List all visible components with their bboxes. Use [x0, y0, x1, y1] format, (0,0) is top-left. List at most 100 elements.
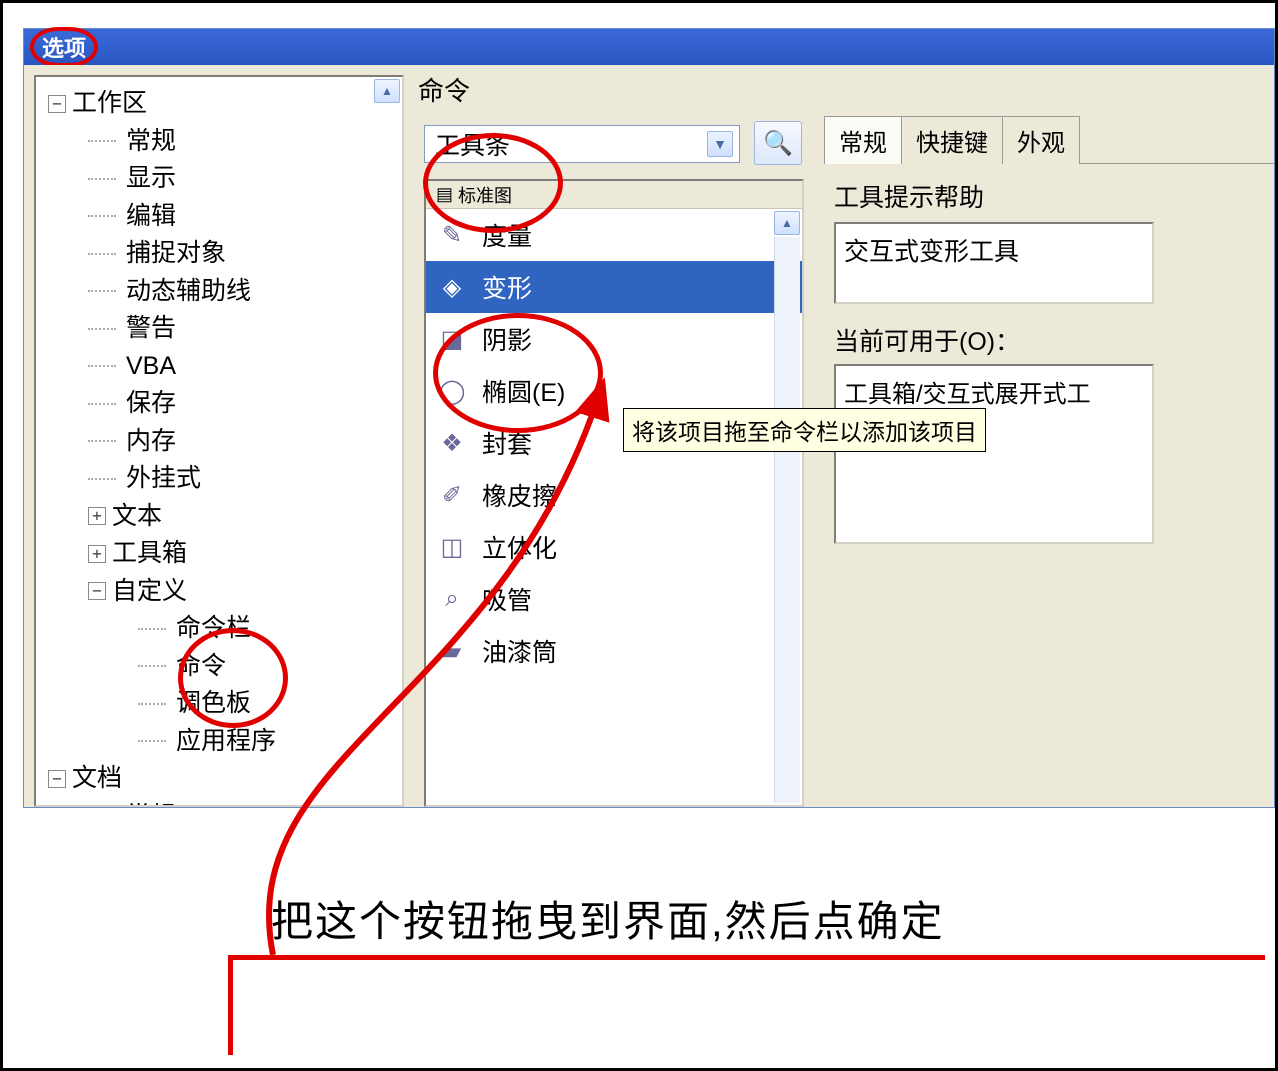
- list-header-label: 标准图: [458, 182, 512, 208]
- list-header-icon: ▤: [436, 184, 453, 205]
- tree-leaf[interactable]: 内存: [48, 423, 402, 461]
- tree-label: 显示: [126, 160, 176, 198]
- tab-general[interactable]: 常规: [824, 116, 902, 164]
- collapse-icon[interactable]: −: [48, 770, 66, 788]
- tooltip-help-textbox[interactable]: 交互式变形工具: [834, 222, 1154, 304]
- find-button[interactable]: 🔍: [754, 121, 802, 165]
- tree-leaf-commands[interactable]: 命令: [48, 648, 402, 686]
- command-label: 吸管: [482, 581, 532, 617]
- eraser-icon: ✐: [436, 479, 468, 511]
- tree-label: 命令栏: [176, 610, 251, 648]
- available-in-label: 当前可用于(O)：: [834, 322, 1264, 358]
- titlebar-badge: 选项: [30, 27, 98, 67]
- tree-leaf[interactable]: 警告: [48, 310, 402, 348]
- tree-leaf[interactable]: 外挂式: [48, 460, 402, 498]
- command-label: 封套: [482, 425, 532, 461]
- command-item[interactable]: ✎ 度量: [426, 209, 802, 261]
- tree-leaf[interactable]: 常规: [48, 123, 402, 161]
- collapse-icon[interactable]: −: [88, 582, 106, 600]
- tree-leaf[interactable]: VBA: [48, 348, 402, 386]
- tree-scroll-up-button[interactable]: ▲: [374, 79, 400, 103]
- tree-leaf[interactable]: 调色板: [48, 685, 402, 723]
- titlebar: 选项: [24, 29, 1274, 65]
- tree-label: 编辑: [126, 198, 176, 236]
- list-scroll-up-button[interactable]: ▲: [774, 211, 800, 235]
- command-list: ▤ 标准图 ▲ ✎ 度量 ◈ 变形 ◪ 阴影: [424, 179, 804, 807]
- tree-leaf[interactable]: 命令栏: [48, 610, 402, 648]
- options-tree: − 工作区 常规 显示 编辑 捕捉对象 动态辅助线 警告 VBA 保存 内存 外…: [36, 77, 402, 807]
- tree-leaf[interactable]: 显示: [48, 160, 402, 198]
- command-item-selected[interactable]: ◈ 变形: [426, 261, 802, 313]
- tree-label: VBA: [126, 348, 176, 386]
- measure-icon: ✎: [436, 219, 468, 251]
- tooltip-help-value: 交互式变形工具: [844, 238, 1019, 266]
- command-item[interactable]: ▰ 油漆筒: [426, 625, 802, 677]
- tree-label: 警告: [126, 310, 176, 348]
- extrude-icon: ◫: [436, 531, 468, 563]
- paintbucket-icon: ▰: [436, 635, 468, 667]
- tree-label: 工具箱: [112, 535, 187, 573]
- command-label: 阴影: [482, 321, 532, 357]
- tree-panel: ▲ − 工作区 常规 显示 编辑 捕捉对象 动态辅助线 警告 VBA 保存 内存…: [34, 75, 404, 807]
- tree-leaf[interactable]: 常规: [48, 798, 402, 808]
- command-item[interactable]: ◪ 阴影: [426, 313, 802, 365]
- properties-tabs: 常规 快捷键 外观: [824, 115, 1274, 164]
- annotation-underline: [228, 955, 1265, 960]
- tree-label: 外挂式: [126, 460, 201, 498]
- properties-panel: 常规 快捷键 外观 工具提示帮助 交互式变形工具 当前可用于(O)： 工具箱/交…: [824, 115, 1274, 807]
- expand-icon[interactable]: +: [88, 545, 106, 563]
- tree-label: 常规: [126, 123, 176, 161]
- tree-leaf[interactable]: 编辑: [48, 198, 402, 236]
- tree-node-custom[interactable]: − 自定义: [48, 573, 402, 611]
- command-label: 变形: [482, 269, 532, 305]
- tree-leaf[interactable]: 保存: [48, 385, 402, 423]
- annotation-vertical-stroke: [228, 955, 233, 1055]
- command-label: 椭圆(E): [482, 373, 565, 409]
- annotated-frame: 选项 ▲ − 工作区 常规 显示 编辑 捕捉对象 动态辅助线 警告 VBA: [0, 0, 1278, 1071]
- scrollbar-track[interactable]: [774, 237, 800, 803]
- expand-icon[interactable]: +: [88, 507, 106, 525]
- tree-label: 文档: [72, 760, 122, 798]
- tree-node-document[interactable]: − 文档: [48, 760, 402, 798]
- tree-label: 保存: [126, 385, 176, 423]
- tree-node-toolbox[interactable]: + 工具箱: [48, 535, 402, 573]
- properties-body: 工具提示帮助 交互式变形工具 当前可用于(O)： 工具箱/交互式展开式工: [824, 164, 1274, 558]
- tab-shortcut[interactable]: 快捷键: [901, 116, 1003, 164]
- command-item[interactable]: ◫ 立体化: [426, 521, 802, 573]
- collapse-icon[interactable]: −: [48, 95, 66, 113]
- tree-leaf[interactable]: 捕捉对象: [48, 235, 402, 273]
- tab-appearance[interactable]: 外观: [1002, 116, 1080, 164]
- tree-leaf[interactable]: 应用程序: [48, 723, 402, 761]
- section-title: 命令: [418, 71, 470, 108]
- tree-leaf[interactable]: 动态辅助线: [48, 273, 402, 311]
- available-in-listbox[interactable]: 工具箱/交互式展开式工: [834, 364, 1154, 544]
- eyedropper-icon: ⌕: [436, 583, 468, 615]
- chevron-down-icon[interactable]: ▼: [707, 131, 733, 157]
- command-label: 度量: [482, 217, 532, 253]
- category-combobox[interactable]: 工具条 ▼: [424, 125, 740, 163]
- tree-label: 文本: [112, 498, 162, 536]
- tree-label: 自定义: [112, 573, 187, 611]
- command-item[interactable]: ✐ 橡皮擦: [426, 469, 802, 521]
- command-item[interactable]: ⌕ 吸管: [426, 573, 802, 625]
- shadow-icon: ◪: [436, 323, 468, 355]
- drag-tooltip: 将该项目拖至命令栏以添加该项目: [623, 408, 986, 452]
- command-label: 立体化: [482, 529, 557, 565]
- binoculars-icon: 🔍: [763, 129, 793, 158]
- envelope-icon: ❖: [436, 427, 468, 459]
- combo-value: 工具条: [435, 126, 510, 162]
- tree-label: 调色板: [176, 685, 251, 723]
- tree-node-text[interactable]: + 文本: [48, 498, 402, 536]
- annotation-caption: 把这个按钮拖曳到界面,然后点确定: [271, 888, 945, 949]
- available-in-value: 工具箱/交互式展开式工: [844, 381, 1091, 408]
- tree-label: 常规: [126, 798, 176, 808]
- tree-label: 应用程序: [176, 723, 276, 761]
- ellipse-icon: ◯: [436, 375, 468, 407]
- tooltip-help-label: 工具提示帮助: [834, 178, 1264, 214]
- tree-label: 动态辅助线: [126, 273, 251, 311]
- tree-node-workspace[interactable]: − 工作区: [48, 85, 402, 123]
- tree-label: 内存: [126, 423, 176, 461]
- tree-label: 工作区: [72, 85, 147, 123]
- list-header: ▤ 标准图: [426, 181, 802, 209]
- distort-icon: ◈: [436, 271, 468, 303]
